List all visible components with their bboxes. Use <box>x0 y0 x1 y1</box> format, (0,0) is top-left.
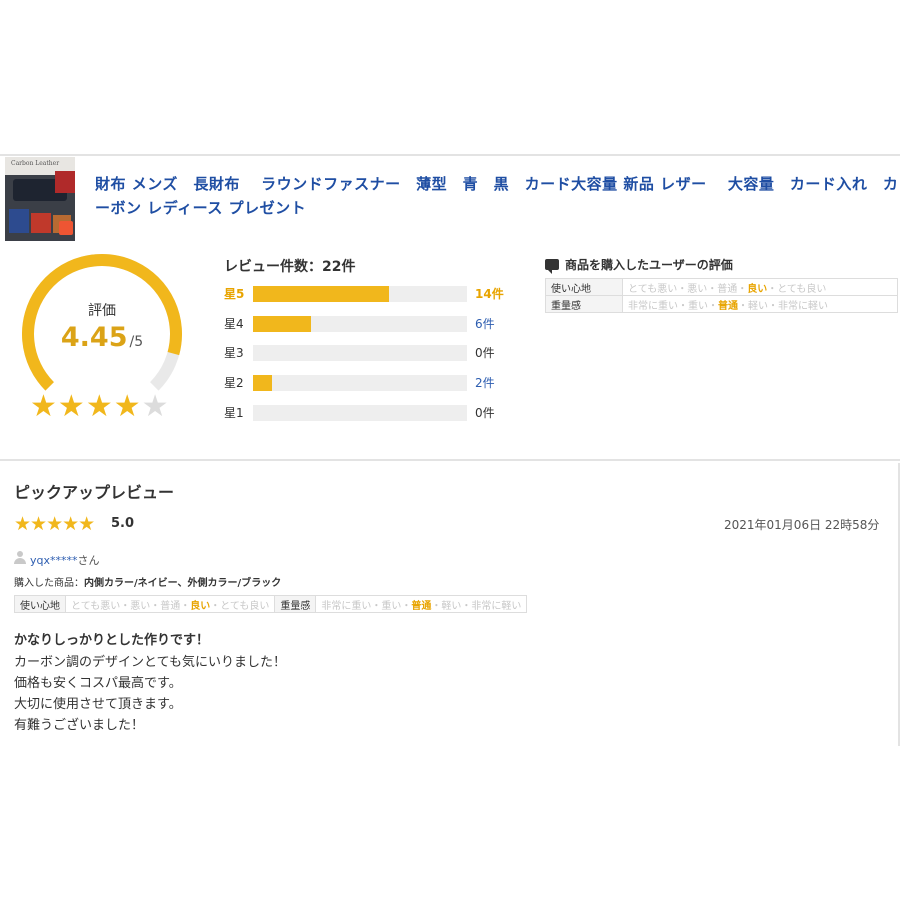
histogram-track <box>253 345 467 361</box>
histogram-bar <box>253 286 390 302</box>
eval-option: 良い <box>190 600 211 612</box>
review-date: 2021年01月06日 22時58分 <box>724 518 880 532</box>
rating-number: 4.45 <box>60 322 128 353</box>
reviewer-name[interactable]: yqx*****さん <box>30 552 100 568</box>
review-eval-key-weight: 重量感 <box>274 595 317 613</box>
speech-bubble-icon <box>545 259 559 274</box>
user-eval-table: 使い心地 とても悪い・悪い・普通・良い・とても良い 重量感 非常に重い・重い・普通・軽… <box>545 278 898 313</box>
eval-option: 非常に重い <box>321 600 372 612</box>
star-empty-icon: ★ <box>141 389 170 424</box>
histogram-row[interactable]: 星4 6件 <box>224 314 524 332</box>
eval-option: 軽い <box>441 600 462 612</box>
rating-value: 4.45/5 <box>22 322 182 353</box>
purchased-item: 購入した商品：内側カラー/ネイビー、外側カラー/ブラック <box>14 574 281 589</box>
product-title-link[interactable]: 財布 メンズ 長財布 ラウンドファスナー 薄型 青 黒 カード大容量 新品 レザ… <box>95 172 900 220</box>
user-eval-value: とても悪い・悪い・普通・良い・とても良い <box>622 278 898 296</box>
rating-label: 評価 <box>88 303 116 319</box>
eval-option: 非常に重い <box>628 300 678 312</box>
purchased-value: 内側カラー/ネイビー、外側カラー/ブラック <box>84 578 282 589</box>
star-filled-icon: ★ <box>57 389 86 424</box>
eval-option: 非常に軽い <box>778 300 828 312</box>
pickup-review-title: ピックアップレビュー <box>14 483 175 502</box>
review-line: 価格も安くコスパ最高です。 <box>14 676 182 691</box>
purchased-label: 購入した商品： <box>14 578 84 589</box>
histogram-row[interactable]: 星2 2件 <box>224 373 524 391</box>
review-eval-value-weight: 非常に重い・重い・普通・軽い・非常に軽い <box>315 595 528 613</box>
review-eval-value-usability: とても悪い・悪い・普通・良い・とても良い <box>64 595 276 613</box>
review-eval-table: 使い心地 とても悪い・悪い・普通・良い・とても良い 重量感 非常に重い・重い・普… <box>14 595 528 613</box>
review-eval-key-usability: 使い心地 <box>14 595 66 613</box>
review-line: カーボン調のデザインとても気にいりました！ <box>14 655 286 670</box>
histogram-count[interactable]: 14件 <box>475 285 504 302</box>
histogram-label: 星2 <box>224 376 244 390</box>
histogram-label: 星1 <box>224 406 244 420</box>
review-line: 大切に使用させて頂きます。 <box>14 697 182 712</box>
histogram-label: 星4 <box>224 317 244 331</box>
eval-option: 普通 <box>160 600 181 612</box>
review-count-title: レビュー件数：22件 <box>224 259 356 275</box>
histogram-label: 星5 <box>224 287 245 301</box>
reviewer-suffix: さん <box>77 554 100 567</box>
review-body: かなりしっかりとした作りです！ カーボン調のデザインとても気にいりました！ 価格… <box>14 630 286 736</box>
histogram-count: 0件 <box>475 346 495 360</box>
review-headline: かなりしっかりとした作りです！ <box>14 633 210 648</box>
eval-option: とても悪い <box>71 600 121 612</box>
eval-option: 普通 <box>717 283 738 295</box>
user-eval-title-text: 商品を購入したユーザーの評価 <box>565 258 733 272</box>
histogram-row[interactable]: 星5 14件 <box>224 284 524 302</box>
eval-option: 悪い <box>130 600 151 612</box>
eval-option: とても良い <box>220 600 270 612</box>
review-stars: ★★★★★ <box>14 513 95 535</box>
histogram-row: 星3 0件 <box>224 343 524 361</box>
user-eval-value: 非常に重い・重い・普通・軽い・非常に軽い <box>622 295 898 313</box>
eval-option: とても良い <box>777 283 827 295</box>
eval-option: 良い <box>747 283 768 295</box>
eval-option: 非常に軽い <box>471 600 522 612</box>
star-filled-icon: ★ <box>113 389 142 424</box>
histogram-label: 星3 <box>224 346 244 360</box>
star-filled-icon: ★ <box>85 389 114 424</box>
user-icon <box>13 551 27 565</box>
histogram-bar <box>253 316 312 332</box>
user-eval-title: 商品を購入したユーザーの評価 <box>545 256 733 274</box>
histogram-track <box>253 286 467 302</box>
histogram-row: 星1 0件 <box>224 403 524 421</box>
user-eval-key: 使い心地 <box>545 278 623 296</box>
star-filled-icon: ★ <box>30 389 58 424</box>
header-divider <box>0 154 900 156</box>
histogram-track <box>253 405 467 421</box>
histogram-track <box>253 316 467 332</box>
histogram-track <box>253 375 467 391</box>
eval-option: 普通 <box>411 600 432 612</box>
user-eval-key: 重量感 <box>545 295 623 313</box>
section-divider <box>0 459 900 461</box>
eval-option: 重い <box>688 300 708 312</box>
rating-max: /5 <box>129 334 144 350</box>
eval-option: 重い <box>381 600 402 612</box>
histogram-bar <box>253 375 273 391</box>
thumbnail-caption: Carbon Leather <box>11 160 60 167</box>
review-line: 有難うございました！ <box>14 718 145 733</box>
eval-option: 悪い <box>687 283 708 295</box>
histogram-count: 0件 <box>475 406 495 420</box>
reviewer-id[interactable]: yqx***** <box>30 554 78 567</box>
histogram-count[interactable]: 2件 <box>475 374 495 391</box>
eval-option: 普通 <box>718 300 738 312</box>
product-thumbnail[interactable]: Carbon Leather <box>5 157 75 241</box>
rating-stars: ★★★★★ <box>30 392 170 422</box>
eval-option: とても悪い <box>628 283 678 295</box>
eval-option: 軽い <box>748 300 768 312</box>
histogram-count[interactable]: 6件 <box>475 315 495 332</box>
review-score: 5.0 <box>111 516 135 531</box>
